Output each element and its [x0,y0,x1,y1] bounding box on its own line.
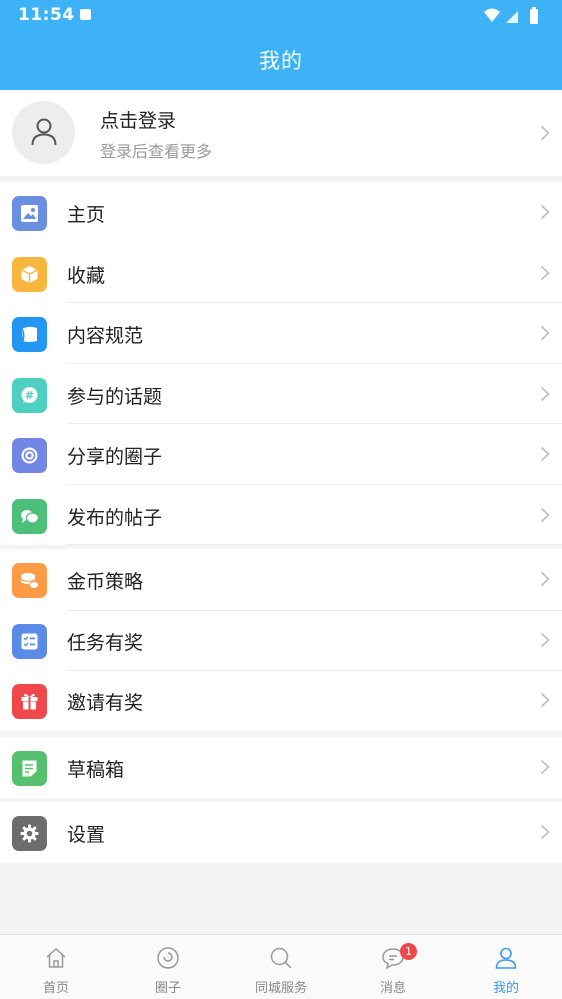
tab-label: 消息 [379,981,406,996]
tab-circles[interactable]: 圈子 [112,935,224,999]
tab-label: 我的 [492,981,519,996]
menu-item-task-rewards[interactable]: 任务有奖 [0,609,562,671]
signal-icon [506,11,518,23]
chevron-right-icon [540,125,550,141]
unread-badge: 1 [400,943,417,960]
user-placeholder-icon [31,118,57,146]
draft-icon [12,751,47,786]
home-icon [46,947,66,968]
header: 11:54 我的 [0,0,562,90]
menu-item-settings[interactable]: 设置 [0,802,562,863]
gift-icon [12,684,47,719]
menu-item-shared-circles[interactable]: 分享的圈子 [0,424,562,485]
task-list-icon [12,623,47,659]
avatar[interactable] [12,101,75,164]
tab-home[interactable]: 首页 [0,935,112,999]
divider [67,609,562,611]
menu-item-topics[interactable]: # 参与的话题 [0,364,562,424]
menu-item-label: 分享的圈子 [67,446,163,468]
menu-item-label: 参与的话题 [67,385,163,408]
bottom-tab-bar: 首页 圈子 同城服务 1 消息 我的 [0,934,562,999]
tab-local-services[interactable]: 同城服务 [225,935,337,999]
menu-item-label: 发布的帖子 [67,506,163,529]
chat-bubbles-icon [12,498,47,534]
search-icon [270,947,292,969]
menu-item-content-rules[interactable]: 内容规范 [0,303,562,364]
menu-group-drafts: 草稿箱 [0,737,562,798]
tab-label: 首页 [42,981,69,996]
my-page: 11:54 我的 点击登录 登录后查看更多 主页 收藏 内容规范 # 参与的话题… [0,0,562,999]
menu-group-settings: 设置 [0,802,562,863]
menu-item-label: 任务有奖 [67,631,144,654]
menu-item-drafts[interactable]: 草稿箱 [0,737,562,798]
user-icon [495,947,517,969]
status-icons [484,7,538,24]
menu-item-posts[interactable]: 发布的帖子 [0,485,562,545]
menu-item-label: 收藏 [67,264,106,287]
chevron-right-icon [540,386,550,401]
divider [67,670,562,671]
status-time: 11:54 [18,5,75,25]
chevron-right-icon [540,759,550,775]
tab-label: 同城服务 [254,981,307,996]
box-icon [12,256,47,292]
menu-item-label: 主页 [67,204,106,226]
menu-item-home[interactable]: 主页 [0,182,562,243]
menu-item-favorites[interactable]: 收藏 [0,243,562,303]
shield-card-icon [12,317,47,352]
page-title: 我的 [259,49,303,73]
circle-swirl-icon [12,438,47,473]
menu-item-label: 邀请有奖 [67,692,144,714]
chevron-right-icon [540,824,550,840]
chevron-right-icon [540,325,550,341]
login-card[interactable]: 点击登录 登录后查看更多 [0,90,562,176]
menu-item-label: 金币策略 [67,571,144,593]
battery-icon [530,9,538,24]
divider [67,544,562,545]
tab-label: 圈子 [154,981,181,996]
notification-icon [80,9,91,20]
svg-text:#: # [25,389,34,402]
chevron-right-icon [540,446,550,462]
tab-messages[interactable]: 1 消息 [337,935,449,999]
menu-item-label: 草稿箱 [67,759,125,781]
image-icon [12,196,47,231]
menu-item-invite-rewards[interactable]: 邀请有奖 [0,670,562,731]
status-bar: 11:54 [0,0,562,32]
menu-item-label: 设置 [67,824,106,846]
tab-my[interactable]: 我的 [450,935,562,999]
chevron-right-icon [540,204,550,220]
menu-item-label: 内容规范 [67,325,144,347]
login-title: 点击登录 [100,110,177,132]
login-subtitle: 登录后查看更多 [100,142,213,161]
wifi-icon [484,8,500,22]
chevron-right-icon [540,692,550,708]
chevron-right-icon [540,507,550,522]
hashtag-bubble-icon: # [12,377,47,413]
coins-icon [12,563,47,598]
circle-icon [157,947,179,969]
menu-group-main: 主页 收藏 内容规范 # 参与的话题 分享的圈子 发布的帖子 [0,182,562,545]
chevron-right-icon [540,632,550,647]
menu-group-rewards: 金币策略 任务有奖 邀请有奖 [0,549,562,731]
chevron-right-icon [540,571,550,587]
gear-icon [12,816,47,851]
menu-item-coin-strategy[interactable]: 金币策略 [0,549,562,610]
chevron-right-icon [540,265,550,280]
